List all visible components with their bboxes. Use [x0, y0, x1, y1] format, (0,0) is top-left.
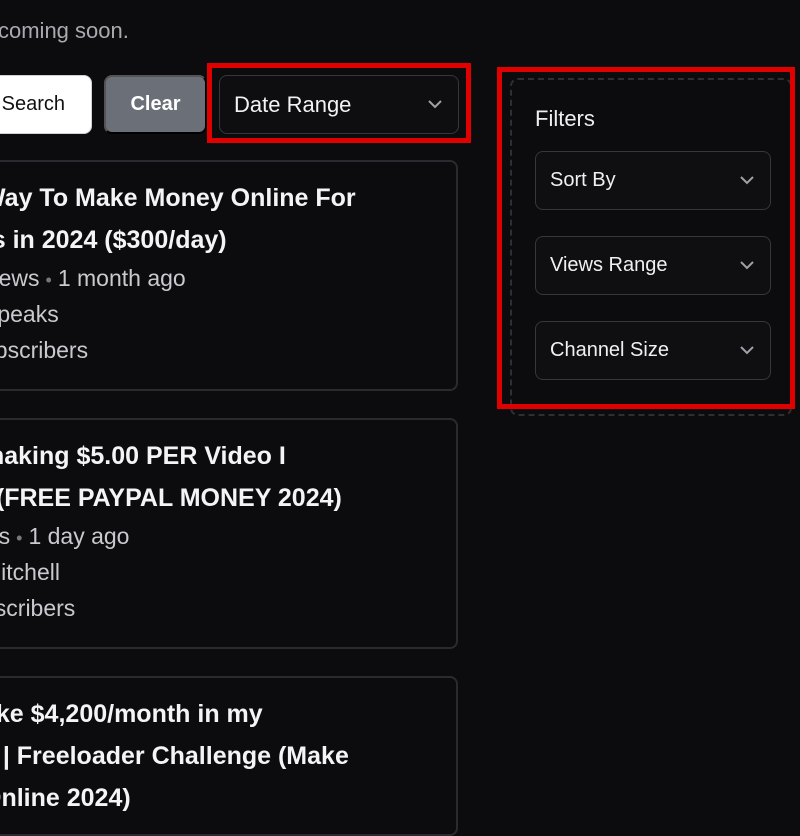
video-stats: ws•1 day ago [0, 518, 129, 556]
separator-dot: • [16, 528, 23, 548]
views-range-select[interactable]: Views Range [535, 236, 771, 295]
video-card[interactable]: Way To Make Money Online For rs in 2024 … [0, 160, 458, 391]
video-views: ws [0, 523, 11, 549]
video-card[interactable]: ake $4,200/month in my e | Freeloader Ch… [0, 676, 458, 836]
channel-size-select[interactable]: Channel Size [535, 321, 771, 380]
chevron-down-icon [740, 259, 754, 273]
date-range-label: Date Range [234, 91, 352, 117]
video-age: 1 month ago [57, 265, 186, 291]
video-title-line[interactable]: Online 2024) [0, 777, 131, 819]
video-title-line[interactable]: I (FREE PAYPAL MONEY 2024) [0, 477, 342, 519]
video-card[interactable]: making $5.00 PER Video I I (FREE PAYPAL … [0, 418, 458, 649]
notice-text: coming soon. [0, 18, 129, 43]
chevron-down-icon [740, 344, 754, 358]
subscriber-count: ubscribers [0, 337, 89, 363]
filters-title: Filters [535, 106, 595, 131]
sort-by-label: Sort By [550, 169, 616, 191]
sort-by-select[interactable]: Sort By [535, 151, 771, 210]
channel-name[interactable]: Mitchell [0, 554, 60, 590]
views-range-label: Views Range [550, 254, 668, 276]
video-views: views [0, 265, 40, 291]
search-button[interactable]: Search [0, 75, 92, 134]
date-range-select[interactable]: Date Range [219, 75, 459, 134]
video-title-line[interactable]: e | Freeloader Challenge (Make [0, 735, 349, 777]
subscriber-count: oscribers [0, 595, 76, 621]
video-stats: views•1 month ago [0, 260, 186, 298]
separator-dot: • [45, 270, 52, 290]
video-title-line[interactable]: Way To Make Money Online For [0, 177, 356, 219]
chevron-down-icon [740, 174, 754, 188]
clear-button[interactable]: Clear [104, 75, 207, 134]
channel-size-label: Channel Size [550, 339, 669, 361]
chevron-down-icon [428, 98, 442, 112]
channel-name[interactable]: Speaks [0, 296, 59, 332]
video-title-line[interactable]: making $5.00 PER Video I [0, 435, 286, 477]
video-title-line[interactable]: rs in 2024 ($300/day) [0, 219, 227, 261]
video-age: 1 day ago [28, 523, 130, 549]
video-title-line[interactable]: ake $4,200/month in my [0, 693, 263, 735]
